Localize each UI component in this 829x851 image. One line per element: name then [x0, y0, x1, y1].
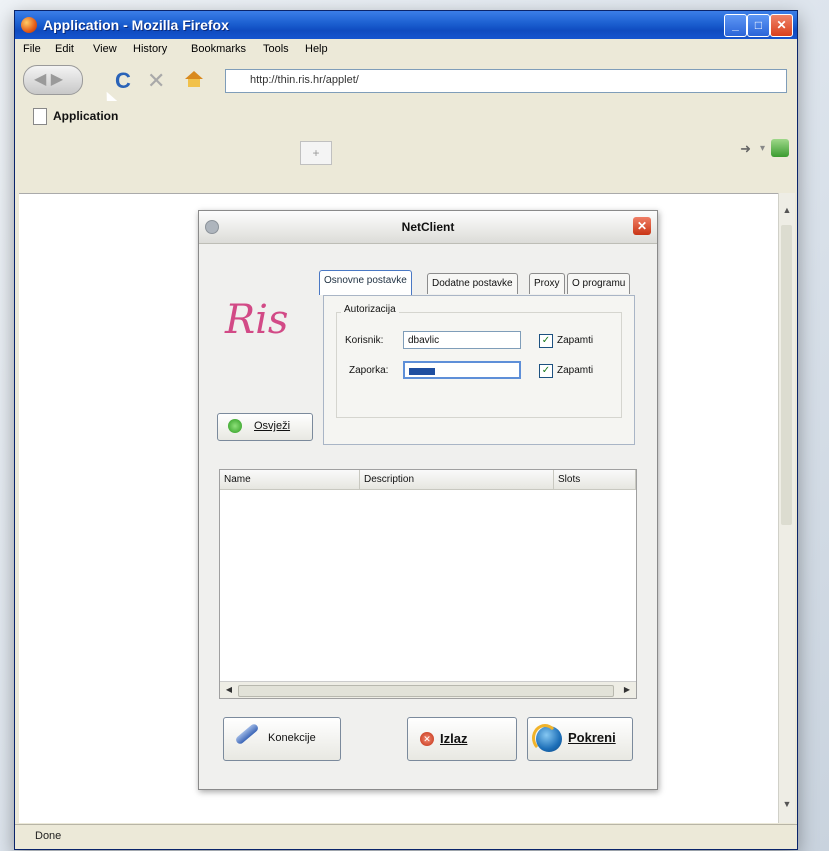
status-bar: Done	[15, 824, 797, 849]
new-tab-button[interactable]: +	[300, 141, 332, 165]
applications-table[interactable]: Name Description Slots ◀ ▶	[219, 469, 637, 699]
column-header-slots[interactable]: Slots	[554, 470, 636, 490]
username-label: Korisnik:	[345, 335, 384, 346]
stop-icon[interactable]: ✕	[147, 68, 165, 94]
table-horizontal-scrollbar[interactable]: ◀ ▶	[220, 681, 636, 698]
refresh-button[interactable]: Osvježi	[217, 413, 313, 441]
pen-icon	[234, 722, 260, 746]
netclient-dialog: NetClient ✕ Ris Osnovne postavke Dodatne…	[198, 210, 658, 790]
tab-osnovne-postavke[interactable]: Osnovne postavke	[319, 270, 412, 295]
menu-help[interactable]: Help	[305, 43, 328, 55]
izlaz-label: Izlaz	[440, 731, 468, 746]
status-text: Done	[35, 830, 62, 842]
password-mask	[409, 368, 435, 375]
browser-titlebar: Application - Mozilla Firefox _ □ ✕	[15, 11, 797, 39]
remember-password-label: Zapamti	[557, 365, 594, 376]
scroll-down-icon[interactable]: ▼	[780, 797, 794, 811]
pokreni-label: Pokreni	[568, 730, 616, 745]
remember-user-label: Zapamti	[557, 335, 594, 346]
back-icon[interactable]: ◀ ▶	[23, 65, 83, 95]
menu-view[interactable]: View	[93, 43, 117, 55]
url-text: http://thin.ris.hr/applet/	[250, 74, 359, 86]
menu-edit[interactable]: Edit	[55, 43, 74, 55]
page-icon	[33, 108, 47, 125]
tab-proxy[interactable]: Proxy	[529, 273, 565, 294]
remember-user-checkbox[interactable]: ✓	[539, 334, 553, 348]
tab-dodatne-postavke[interactable]: Dodatne postavke	[427, 273, 518, 294]
scroll-up-icon[interactable]: ▲	[780, 203, 794, 217]
menu-tools[interactable]: Tools	[263, 43, 289, 55]
konekcije-button[interactable]: Konekcije	[223, 717, 341, 761]
dialog-title: NetClient	[401, 220, 455, 234]
scroll-thumb[interactable]	[781, 225, 792, 525]
url-bar[interactable]: http://thin.ris.hr/applet/	[225, 69, 787, 93]
scroll-left-icon[interactable]: ◀	[222, 683, 236, 697]
menu-history[interactable]: History	[133, 43, 167, 55]
go-arrow-icon[interactable]: ➜	[740, 141, 751, 157]
remember-password-checkbox[interactable]: ✓	[539, 364, 553, 378]
refresh-icon	[228, 419, 242, 433]
maximize-button[interactable]: □	[747, 14, 770, 37]
authorization-group: Autorizacija Korisnik: dbavlic ✓ Zapamti…	[336, 304, 622, 418]
menu-file[interactable]: File	[23, 43, 41, 55]
dialog-titlebar: NetClient ✕	[199, 211, 657, 244]
home-icon[interactable]	[185, 71, 203, 87]
tab-application[interactable]: Application	[25, 105, 295, 127]
exit-icon: ✕	[420, 732, 434, 746]
group-title: Autorizacija	[341, 304, 399, 315]
close-button[interactable]: ✕	[770, 14, 793, 37]
dropdown-icon[interactable]: ▾	[760, 143, 765, 154]
vertical-scrollbar[interactable]: ▲ ▼	[778, 193, 795, 823]
konekcije-label: Konekcije	[268, 732, 316, 744]
password-field[interactable]	[403, 361, 521, 379]
pokreni-button[interactable]: Pokreni	[527, 717, 633, 761]
extension-icon[interactable]	[771, 139, 789, 157]
navigation-toolbar: ◀ ▶ C ✕ http://thin.ris.hr/applet/	[15, 61, 797, 110]
tab-bar: Application + ➜ ▾	[15, 101, 797, 171]
minimize-button[interactable]: _	[724, 14, 747, 37]
firefox-logo-icon	[21, 17, 37, 33]
column-header-description[interactable]: Description	[360, 470, 554, 490]
username-field[interactable]: dbavlic	[403, 331, 521, 349]
menu-bar: File Edit View History Bookmarks Tools H…	[15, 39, 797, 61]
window-title: Application - Mozilla Firefox	[43, 17, 229, 33]
ris-logo: Ris	[221, 277, 331, 357]
password-label: Zaporka:	[349, 365, 389, 376]
izlaz-button[interactable]: ✕ Izlaz	[407, 717, 517, 761]
scroll-right-icon[interactable]: ▶	[620, 683, 634, 697]
table-scroll-thumb[interactable]	[238, 685, 614, 697]
tab-panel: Autorizacija Korisnik: dbavlic ✓ Zapamti…	[323, 295, 635, 445]
logo-text: Ris	[225, 297, 289, 343]
refresh-label: Osvježi	[254, 420, 291, 432]
tab-label: Application	[53, 109, 119, 123]
dialog-close-button[interactable]: ✕	[633, 217, 651, 235]
reload-icon[interactable]: C	[115, 68, 131, 94]
globe-ring-icon	[532, 724, 558, 752]
menu-bookmarks[interactable]: Bookmarks	[191, 43, 246, 55]
column-header-name[interactable]: Name	[220, 470, 360, 490]
tab-o-programu[interactable]: O programu	[567, 273, 631, 294]
